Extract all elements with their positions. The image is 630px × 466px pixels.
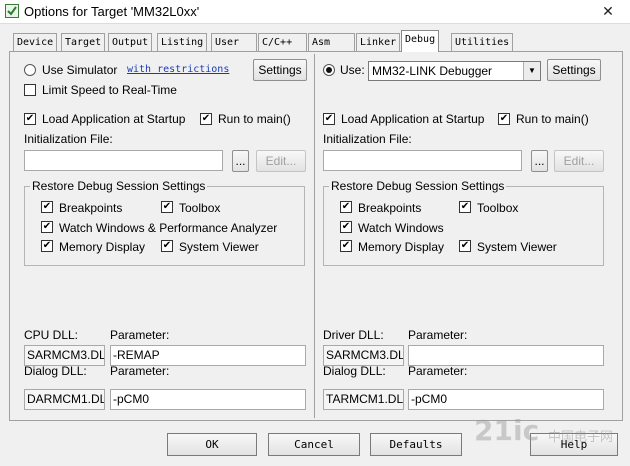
tab-output[interactable]: Output xyxy=(108,33,153,51)
tab-cc[interactable]: C/C++ xyxy=(258,33,307,51)
left-load-app-label: Load Application at Startup xyxy=(42,112,186,126)
tab-linker[interactable]: Linker xyxy=(356,33,401,51)
right-toolbox-checkbox[interactable]: ✔ xyxy=(459,201,471,213)
right-load-app-checkbox[interactable]: ✔ xyxy=(323,113,335,125)
cpu-dll-parameter-field[interactable]: -REMAP xyxy=(110,345,306,366)
left-toolbox-label: Toolbox xyxy=(179,201,221,215)
watermark-logo: 21ic xyxy=(474,414,540,447)
left-run-to-main-checkbox[interactable]: ✔ xyxy=(200,113,212,125)
ok-button[interactable]: OK xyxy=(167,433,257,456)
left-toolbox-checkbox[interactable]: ✔ xyxy=(161,201,173,213)
driver-dll-parameter-label: Parameter: xyxy=(408,328,468,342)
debugger-select-value: MM32-LINK Debugger xyxy=(372,64,493,78)
right-browse-button[interactable]: ... xyxy=(531,150,548,172)
cpu-dll-field[interactable]: SARMCM3.DLL xyxy=(24,345,105,366)
left-run-to-main-label: Run to main() xyxy=(218,112,291,126)
tab-asm[interactable]: Asm xyxy=(308,33,355,51)
left-dialog-dll-label: Dialog DLL: xyxy=(24,364,87,378)
right-breakpoints-label: Breakpoints xyxy=(358,201,422,215)
left-sysviewer-checkbox[interactable]: ✔ xyxy=(161,240,173,252)
cpu-dll-label: CPU DLL: xyxy=(24,328,79,342)
right-memory-label: Memory Display xyxy=(358,240,445,254)
left-memory-label: Memory Display xyxy=(59,240,146,254)
debugger-settings-button[interactable]: Settings xyxy=(547,59,601,81)
driver-dll-label: Driver DLL: xyxy=(323,328,384,342)
window-title: Options for Target 'MM32L0xx' xyxy=(24,4,200,19)
right-watch-label: Watch Windows xyxy=(358,221,444,235)
simulator-settings-button[interactable]: Settings xyxy=(253,59,307,81)
use-simulator-label: Use Simulator xyxy=(42,63,118,77)
right-run-to-main-checkbox[interactable]: ✔ xyxy=(498,113,510,125)
tab-target[interactable]: Target xyxy=(61,33,106,51)
left-browse-button[interactable]: ... xyxy=(232,150,249,172)
defaults-button[interactable]: Defaults xyxy=(370,433,462,456)
use-debugger-radio[interactable] xyxy=(323,64,335,76)
right-sysviewer-checkbox[interactable]: ✔ xyxy=(459,240,471,252)
right-init-file-label: Initialization File: xyxy=(323,132,412,146)
left-breakpoints-checkbox[interactable]: ✔ xyxy=(41,201,53,213)
close-button[interactable]: ✕ xyxy=(586,0,630,22)
right-sysviewer-label: System Viewer xyxy=(477,240,557,254)
cpu-dll-parameter-label: Parameter: xyxy=(110,328,170,342)
left-watch-label: Watch Windows & Performance Analyzer xyxy=(59,221,278,235)
left-watch-checkbox[interactable]: ✔ xyxy=(41,221,53,233)
right-edit-button[interactable]: Edit... xyxy=(554,150,604,172)
right-dialog-dll-label: Dialog DLL: xyxy=(323,364,386,378)
right-load-app-label: Load Application at Startup xyxy=(341,112,485,126)
left-init-file-input[interactable] xyxy=(24,150,223,171)
driver-dll-field[interactable]: SARMCM3.DLL xyxy=(323,345,404,366)
left-memory-checkbox[interactable]: ✔ xyxy=(41,240,53,252)
tab-listing[interactable]: Listing xyxy=(157,33,208,51)
driver-dll-parameter-field[interactable] xyxy=(408,345,604,366)
right-run-to-main-label: Run to main() xyxy=(516,112,589,126)
right-memory-checkbox[interactable]: ✔ xyxy=(340,240,352,252)
with-restrictions-link[interactable]: with restrictions xyxy=(127,64,229,75)
left-restore-group-title: Restore Debug Session Settings xyxy=(30,179,208,193)
left-dialog-parameter-label: Parameter: xyxy=(110,364,170,378)
panel-divider xyxy=(314,54,315,418)
right-breakpoints-checkbox[interactable]: ✔ xyxy=(340,201,352,213)
app-icon xyxy=(5,4,19,18)
right-toolbox-label: Toolbox xyxy=(477,201,519,215)
tab-user[interactable]: User xyxy=(211,33,257,51)
right-dialog-dll-field[interactable]: TARMCM1.DLL xyxy=(323,389,404,410)
watermark-text: 中国电子网 xyxy=(548,430,614,445)
left-dialog-dll-field[interactable]: DARMCM1.DLL xyxy=(24,389,105,410)
left-load-app-checkbox[interactable]: ✔ xyxy=(24,113,36,125)
tab-utilities[interactable]: Utilities xyxy=(451,33,514,51)
left-init-file-label: Initialization File: xyxy=(24,132,113,146)
right-dialog-parameter-field[interactable]: -pCM0 xyxy=(408,389,604,410)
use-simulator-radio[interactable] xyxy=(24,64,36,76)
debugger-select[interactable]: MM32-LINK Debugger ▼ xyxy=(368,61,541,81)
tab-device[interactable]: Device xyxy=(13,33,58,51)
left-dialog-parameter-field[interactable]: -pCM0 xyxy=(110,389,306,410)
left-sysviewer-label: System Viewer xyxy=(179,240,259,254)
right-watch-checkbox[interactable]: ✔ xyxy=(340,221,352,233)
tab-debug[interactable]: Debug xyxy=(401,30,440,52)
use-label: Use: xyxy=(340,63,365,77)
right-init-file-input[interactable] xyxy=(323,150,522,171)
cancel-button[interactable]: Cancel xyxy=(268,433,360,456)
right-dialog-parameter-label: Parameter: xyxy=(408,364,468,378)
left-edit-button[interactable]: Edit... xyxy=(256,150,306,172)
right-restore-group-title: Restore Debug Session Settings xyxy=(329,179,507,193)
chevron-down-icon[interactable]: ▼ xyxy=(523,62,540,80)
limit-speed-checkbox[interactable] xyxy=(24,84,36,96)
limit-speed-label: Limit Speed to Real-Time xyxy=(42,83,177,97)
left-breakpoints-label: Breakpoints xyxy=(59,201,123,215)
